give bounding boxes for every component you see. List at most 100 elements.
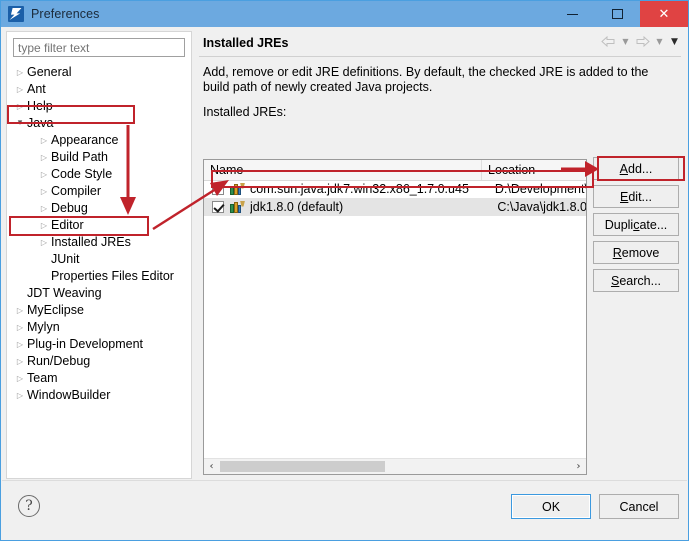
table-row[interactable]: jdk1.8.0 (default) C:\Java\jdk1.8.0 bbox=[204, 198, 586, 216]
chevron-right-icon[interactable]: ▷ bbox=[13, 64, 27, 81]
sidebar-item-label: Mylyn bbox=[27, 320, 60, 334]
chevron-right-icon[interactable]: ▷ bbox=[37, 183, 51, 200]
chevron-right-icon[interactable]: ▷ bbox=[13, 336, 27, 353]
window-title: Preferences bbox=[31, 7, 100, 21]
search-input[interactable] bbox=[13, 38, 185, 57]
scroll-right-icon[interactable]: › bbox=[571, 459, 586, 474]
sidebar-item-label: General bbox=[27, 65, 72, 79]
button-label: Remove bbox=[612, 245, 660, 260]
jre-library-icon bbox=[230, 182, 245, 196]
scroll-left-icon[interactable]: ‹ bbox=[204, 459, 219, 474]
button-label: Edit... bbox=[620, 189, 652, 204]
preferences-dialog: Preferences ✕ ▷General▷Ant▷Help▾Java▷App… bbox=[0, 0, 689, 541]
sidebar-item-label: JUnit bbox=[51, 252, 80, 266]
close-button[interactable]: ✕ bbox=[640, 1, 688, 27]
button-label: Search... bbox=[610, 273, 662, 288]
page-nav: ▼ ▼ ▼ bbox=[600, 34, 681, 49]
filter-wrapper bbox=[7, 32, 191, 61]
jre-library-icon bbox=[230, 200, 245, 214]
installed-jres-page: Installed JREs ▼ ▼ ▼ Add, remove or edit… bbox=[197, 29, 683, 479]
edit-button[interactable]: Edit... bbox=[593, 185, 679, 208]
help-button[interactable]: ? bbox=[18, 495, 40, 517]
jre-location: D:\Development\ bbox=[494, 182, 586, 196]
chevron-down-icon[interactable]: ▾ bbox=[13, 115, 27, 132]
sidebar-item-junit[interactable]: JUnit bbox=[7, 251, 191, 268]
jre-checkbox[interactable] bbox=[212, 201, 224, 213]
chevron-right-icon[interactable]: ▷ bbox=[37, 234, 51, 251]
sidebar-item-editor[interactable]: ▷ Editor bbox=[7, 217, 191, 234]
sidebar-item-label: Help bbox=[27, 99, 53, 113]
sidebar-item-label: Ant bbox=[27, 82, 46, 96]
dialog-content: ▷General▷Ant▷Help▾Java▷Appearance▷Build … bbox=[2, 27, 687, 539]
sidebar-item-plug-in-development[interactable]: ▷ Plug-in Development bbox=[7, 336, 191, 353]
chevron-right-icon[interactable]: ▷ bbox=[13, 353, 27, 370]
back-arrow-icon[interactable] bbox=[600, 34, 617, 49]
sidebar-item-compiler[interactable]: ▷ Compiler bbox=[7, 183, 191, 200]
scrollbar-thumb[interactable] bbox=[220, 461, 385, 472]
jre-location: C:\Java\jdk1.8.0 bbox=[497, 200, 586, 214]
chevron-right-icon[interactable]: ▷ bbox=[13, 319, 27, 336]
chevron-right-icon[interactable]: ▷ bbox=[37, 132, 51, 149]
column-header-location[interactable]: Location bbox=[482, 160, 586, 180]
chevron-right-icon[interactable]: ▷ bbox=[13, 387, 27, 404]
sidebar-item-general[interactable]: ▷ General bbox=[7, 64, 191, 81]
view-menu-chevron-down-icon[interactable]: ▼ bbox=[668, 34, 681, 49]
window-controls: ✕ bbox=[550, 1, 688, 27]
page-header: Installed JREs ▼ ▼ ▼ bbox=[197, 29, 683, 56]
sidebar-item-ant[interactable]: ▷ Ant bbox=[7, 81, 191, 98]
chevron-right-icon[interactable]: ▷ bbox=[13, 98, 27, 115]
chevron-right-icon[interactable]: ▷ bbox=[13, 370, 27, 387]
sidebar-item-windowbuilder[interactable]: ▷ WindowBuilder bbox=[7, 387, 191, 404]
sidebar-item-label: Installed JREs bbox=[51, 235, 131, 249]
sidebar-item-mylyn[interactable]: ▷ Mylyn bbox=[7, 319, 191, 336]
jre-action-buttons: Add... Edit... Duplicate... Remove Search... bbox=[593, 157, 681, 297]
chevron-right-icon[interactable]: ▷ bbox=[37, 200, 51, 217]
cancel-button[interactable]: Cancel bbox=[599, 494, 679, 519]
installed-jres-label: Installed JREs: bbox=[203, 105, 287, 119]
sidebar-item-build-path[interactable]: ▷ Build Path bbox=[7, 149, 191, 166]
column-header-name[interactable]: Name bbox=[204, 160, 482, 180]
sidebar-item-label: MyEclipse bbox=[27, 303, 84, 317]
sidebar-item-label: Build Path bbox=[51, 150, 108, 164]
button-label: Duplicate... bbox=[604, 217, 668, 232]
sidebar-item-team[interactable]: ▷ Team bbox=[7, 370, 191, 387]
maximize-button[interactable] bbox=[595, 1, 640, 27]
preferences-tree-pane: ▷General▷Ant▷Help▾Java▷Appearance▷Build … bbox=[6, 31, 192, 479]
chevron-right-icon[interactable]: ▷ bbox=[13, 81, 27, 98]
sidebar-item-jdt-weaving[interactable]: JDT Weaving bbox=[7, 285, 191, 302]
ok-button[interactable]: OK bbox=[511, 494, 591, 519]
sidebar-item-debug[interactable]: ▷ Debug bbox=[7, 200, 191, 217]
jre-checkbox[interactable] bbox=[212, 183, 224, 195]
forward-arrow-icon[interactable] bbox=[634, 34, 651, 49]
back-menu-chevron-down-icon[interactable]: ▼ bbox=[619, 34, 632, 49]
horizontal-scrollbar[interactable]: ‹ › bbox=[204, 458, 586, 474]
add-button[interactable]: Add... bbox=[593, 157, 679, 180]
sidebar-item-label: Compiler bbox=[51, 184, 102, 198]
eclipse-icon bbox=[8, 6, 24, 22]
search-button[interactable]: Search... bbox=[593, 269, 679, 292]
sidebar-item-label: Java bbox=[27, 116, 54, 130]
sidebar-item-code-style[interactable]: ▷ Code Style bbox=[7, 166, 191, 183]
close-icon: ✕ bbox=[658, 6, 670, 22]
sidebar-item-help[interactable]: ▷ Help bbox=[7, 98, 191, 115]
forward-menu-chevron-down-icon[interactable]: ▼ bbox=[653, 34, 666, 49]
sidebar-item-myeclipse[interactable]: ▷ MyEclipse bbox=[7, 302, 191, 319]
minimize-button[interactable] bbox=[550, 1, 595, 27]
duplicate-button[interactable]: Duplicate... bbox=[593, 213, 679, 236]
remove-button[interactable]: Remove bbox=[593, 241, 679, 264]
sidebar-item-label: Code Style bbox=[51, 167, 113, 181]
sidebar-item-java[interactable]: ▾ Java bbox=[7, 115, 191, 132]
sidebar-item-label: Team bbox=[27, 371, 58, 385]
chevron-right-icon[interactable]: ▷ bbox=[37, 217, 51, 234]
sidebar-item-label: Run/Debug bbox=[27, 354, 91, 368]
page-description: Add, remove or edit JRE definitions. By … bbox=[203, 65, 649, 94]
sidebar-item-installed-jres[interactable]: ▷ Installed JREs bbox=[7, 234, 191, 251]
sidebar-item-properties-files-editor[interactable]: Properties Files Editor bbox=[7, 268, 191, 285]
chevron-right-icon[interactable]: ▷ bbox=[37, 166, 51, 183]
chevron-right-icon[interactable]: ▷ bbox=[37, 149, 51, 166]
table-row[interactable]: com.sun.java.jdk7.win32.x86_1.7.0.u45 D:\… bbox=[204, 180, 586, 198]
chevron-right-icon[interactable]: ▷ bbox=[13, 302, 27, 319]
sidebar-item-label: Editor bbox=[51, 218, 84, 232]
sidebar-item-run-debug[interactable]: ▷ Run/Debug bbox=[7, 353, 191, 370]
sidebar-item-appearance[interactable]: ▷ Appearance bbox=[7, 132, 191, 149]
